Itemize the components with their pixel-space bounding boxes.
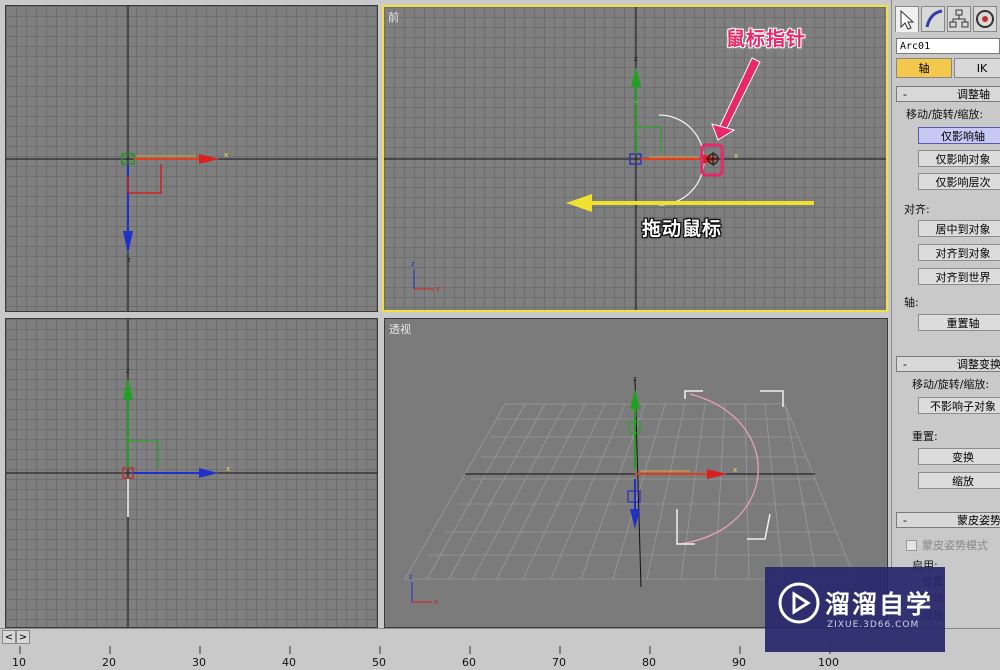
svg-text:x: x [224,151,228,159]
affect-hierarchy-only-button[interactable]: 仅影响层次 [918,173,1000,190]
rollout-adjust-transform-title: 调整变换 [957,358,1000,371]
tab-pivot[interactable]: 轴 [896,58,952,78]
command-panel: Arc01 轴 IK - 调整轴 移动/旋转/缩放: 仅影响轴 仅影响对象 仅影… [891,0,1000,630]
play-logo-icon [778,582,820,624]
hierarchy-icon [949,9,969,28]
viewport-left[interactable]: x z [5,318,378,628]
tick-label: 90 [732,656,746,669]
tick-label: 70 [552,656,566,669]
collapse-icon: - [903,88,907,101]
pointer-icon [900,9,915,30]
collapse-icon: - [903,358,907,371]
svg-text:x: x [436,285,440,293]
svg-text:x: x [226,465,230,473]
viewport-front-scene: x z x z [384,7,886,310]
prev-frame-button[interactable]: < [2,630,16,644]
move-rotate-scale-label: 移动/旋转/缩放: [906,108,984,121]
tick-label: 10 [12,656,26,669]
tick-label: 30 [192,656,206,669]
drag-callout: 拖动鼠标 [642,218,723,240]
svg-text:z: z [633,375,637,383]
tick-label: 20 [102,656,116,669]
svg-text:z: z [409,573,413,581]
viewport-top-scene: x z [6,6,377,311]
tick-label: 100 [818,656,839,669]
tab-ik[interactable]: IK [954,58,1000,78]
motion-tab[interactable] [973,6,997,32]
svg-text:z: z [634,55,638,63]
viewport-front[interactable]: 前 x z x z [382,5,888,312]
reset-scale-button[interactable]: 缩放 [918,472,1000,489]
dont-affect-children-button[interactable]: 不影响子对象 [918,397,1000,414]
svg-text:z: z [411,260,415,268]
align-to-object-button[interactable]: 对齐到对象 [918,244,1000,261]
motion-icon [976,10,994,28]
collapse-icon: - [903,514,907,527]
bend-icon [925,9,943,28]
next-frame-button[interactable]: > [16,630,30,644]
center-to-object-button[interactable]: 居中到对象 [918,220,1000,237]
svg-text:x: x [434,598,438,606]
svg-text:x: x [733,466,737,474]
svg-text:z: z [127,256,131,264]
rollout-adjust-pivot-title: 调整轴 [957,88,990,101]
viewport-top[interactable]: x z [5,5,378,312]
rollout-adjust-pivot[interactable]: - 调整轴 [896,86,1000,102]
tick-label: 40 [282,656,296,669]
rollout-skin-pose-title: 蒙皮姿势 [957,514,1000,527]
watermark-logo: 溜溜自学 ZIXUE.3D66.COM [765,567,945,652]
tick-label: 60 [462,656,476,669]
watermark-brand: 溜溜自学 [825,590,934,619]
affect-object-only-button[interactable]: 仅影响对象 [918,150,1000,167]
rollout-skin-pose[interactable]: - 蒙皮姿势 [896,512,1000,528]
object-name-field[interactable]: Arc01 [896,38,1000,54]
modify-tab[interactable] [921,6,945,32]
hierarchy-tab[interactable] [947,6,971,32]
pointer-callout: 鼠标指针 [726,28,807,50]
align-to-world-button[interactable]: 对齐到世界 [918,268,1000,285]
reset-pivot-button[interactable]: 重置轴 [918,314,1000,331]
viewport-left-scene: x z [6,319,377,627]
svg-text:z: z [126,367,130,375]
svg-text:x: x [734,152,738,160]
skin-pose-mode-label: 蒙皮姿势模式 [922,539,988,552]
skin-pose-mode-checkbox[interactable] [906,540,917,551]
affect-pivot-only-button[interactable]: 仅影响轴 [918,127,1000,144]
tick-label: 50 [372,656,386,669]
rollout-adjust-transform[interactable]: - 调整变换 [896,356,1000,372]
reset-label: 重置: [912,430,938,443]
reset-transform-button[interactable]: 变换 [918,448,1000,465]
alignment-label: 对齐: [904,203,930,216]
command-panel-tabs [892,4,1000,34]
watermark-url: ZIXUE.3D66.COM [827,620,920,630]
pivot-label: 轴: [904,296,919,309]
create-tab[interactable] [895,6,919,32]
tick-label: 80 [642,656,656,669]
move-rotate-scale-label: 移动/旋转/缩放: [912,378,990,391]
